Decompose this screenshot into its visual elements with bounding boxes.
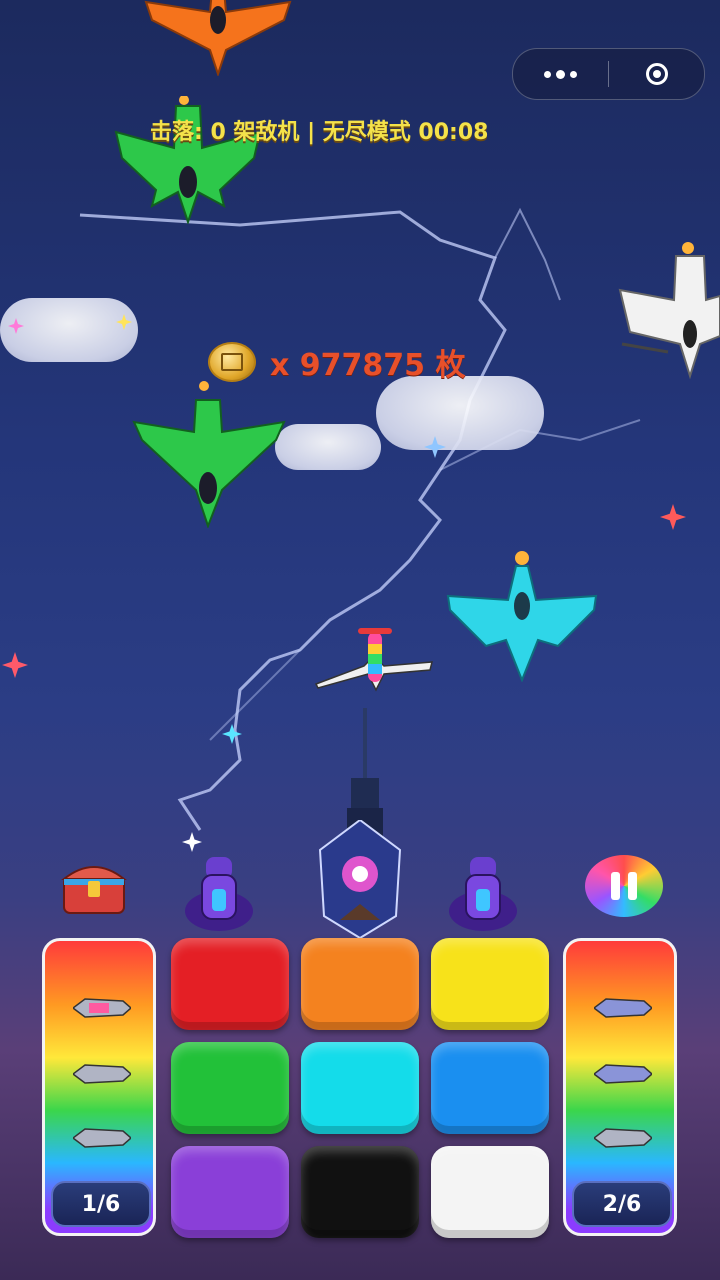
cloud [275, 424, 381, 470]
coin-balance: x 977875 枚 [208, 342, 466, 383]
turret-icon[interactable] [446, 855, 520, 935]
missile-counter: 2/6 [572, 1181, 672, 1227]
missile-icon [594, 998, 652, 1018]
color-tile-black[interactable] [301, 1146, 419, 1238]
treasure-chest-icon[interactable] [58, 855, 130, 917]
enemy-jet-green-mid[interactable] [132, 380, 286, 528]
color-tile-blue[interactable] [431, 1042, 549, 1134]
enemy-jet-white[interactable] [618, 240, 720, 380]
sparkle-icon [424, 436, 446, 458]
kill-counter-timer: 击落: 0 架敌机 | 无尽模式 00:08 [150, 120, 489, 145]
game-stage[interactable]: 击落: 0 架敌机 | 无尽模式 00:08 x 977875 枚 1/6 2/… [0, 0, 720, 1280]
color-tile-cyan[interactable] [301, 1042, 419, 1134]
missile-panel-right[interactable]: 2/6 [563, 938, 677, 1236]
missile-icon [594, 1128, 652, 1148]
missile-icon [73, 1064, 131, 1084]
sparkle-icon [116, 314, 132, 330]
sparkle-icon [182, 832, 202, 852]
antenna-tower [347, 708, 383, 838]
pause-button[interactable] [585, 855, 663, 917]
color-tile-yellow[interactable] [431, 938, 549, 1030]
player-plane-rainbow[interactable] [314, 626, 434, 692]
missile-icon [73, 1128, 131, 1148]
crystal-icon[interactable] [318, 820, 402, 938]
sparkle-icon [660, 504, 686, 530]
color-tile-purple[interactable] [171, 1146, 289, 1238]
miniprogram-capsule [512, 48, 705, 100]
missile-panel-left[interactable]: 1/6 [42, 938, 156, 1236]
more-dots-icon[interactable] [513, 49, 608, 99]
missile-icon [594, 1064, 652, 1084]
cloud [376, 376, 544, 450]
pause-icon [628, 872, 637, 900]
turret-icon[interactable] [182, 855, 256, 935]
pause-icon [611, 872, 620, 900]
target-ring-icon[interactable] [609, 49, 704, 99]
color-tile-white[interactable] [431, 1146, 549, 1238]
color-tile-orange[interactable] [301, 938, 419, 1030]
enemy-jet-cyan[interactable] [446, 550, 598, 682]
sparkle-icon [2, 652, 28, 678]
sparkle-icon [222, 724, 242, 744]
missile-icon [73, 998, 131, 1018]
color-tile-green[interactable] [171, 1042, 289, 1134]
coin-count: x 977875 枚 [270, 348, 466, 383]
enemy-jet-orange[interactable] [142, 0, 294, 76]
missile-counter: 1/6 [51, 1181, 151, 1227]
gold-coin-icon [208, 342, 256, 382]
sparkle-icon [8, 318, 24, 334]
color-tile-red[interactable] [171, 938, 289, 1030]
